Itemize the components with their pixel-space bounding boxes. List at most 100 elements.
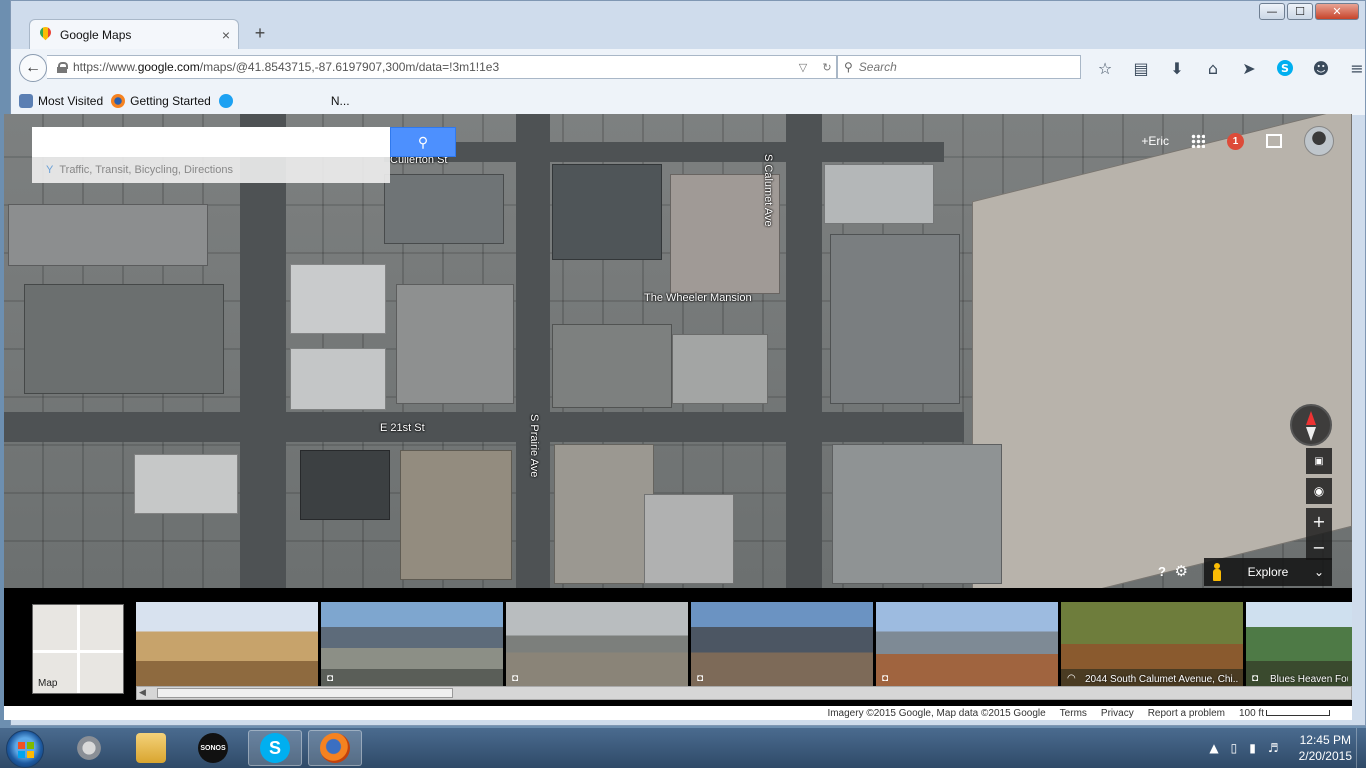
bookmark-most-visited[interactable]: Most Visited [19,94,103,108]
terms-link[interactable]: Terms [1060,708,1087,719]
maps-search-button[interactable]: ⚲ [390,127,456,157]
search-icon: ⚲ [417,133,429,150]
camera-icon: ◘ [327,673,334,684]
clock-date: 2/20/2015 [1298,749,1352,763]
photo-thumbnail[interactable] [136,602,318,686]
browser-search-input[interactable] [858,60,1059,74]
bookmark-star-icon[interactable]: ☆ [1091,57,1119,79]
building [832,444,1002,584]
scale-bar[interactable]: 100 ft [1239,708,1330,719]
device-icon[interactable]: ▯ [1231,741,1238,755]
photo-thumbnail[interactable]: ◘ [321,602,503,686]
photo-strip: Map ◘ ◘ ◘ ◘ ◠ 2044 South Calumet Avenue,… [4,588,1352,706]
url-dropdown-icon[interactable]: ▽ [794,61,812,74]
home-icon[interactable]: ⌂ [1199,57,1227,79]
search-hint-text: Traffic, Transit, Bicycling, Directions [59,164,233,176]
satellite-map[interactable]: S Calumet Ave E 21st St S Prairie Ave Cu… [4,114,1352,588]
maps-search-input[interactable] [32,127,390,157]
bookmark-twitter[interactable] [218,94,233,108]
send-icon[interactable]: ➤ [1235,57,1263,79]
browser-search-bar[interactable]: ⚲ [837,55,1081,79]
zoom-out-button[interactable]: − [1306,534,1332,560]
photo-thumbnail[interactable]: ◘ [876,602,1058,686]
photo-thumbnail[interactable]: ◘ Blues Heaven Four [1246,602,1352,686]
report-problem-link[interactable]: Report a problem [1148,708,1225,719]
help-icon[interactable]: ? [1158,564,1166,579]
street-label-21st: E 21st St [380,422,425,434]
notifications-badge[interactable]: 1 [1227,132,1244,150]
tab-google-maps[interactable]: Google Maps × [29,19,239,49]
explore-bar[interactable]: Explore ⌄ [1204,558,1332,586]
bookmark-getting-started[interactable]: Getting Started [111,94,211,108]
reading-list-icon[interactable]: ▤ [1127,57,1155,79]
building [396,284,514,404]
account-bar: +Eric 1 [1141,126,1334,156]
menu-icon[interactable]: ≡ [1343,57,1366,79]
taskbar-explorer[interactable] [124,730,178,766]
chevron-down-icon[interactable]: ⌄ [1314,565,1324,579]
rowhouses [552,164,662,260]
apps-grid-icon[interactable] [1191,134,1205,148]
place-label-wheeler-mansion[interactable]: The Wheeler Mansion [644,292,752,304]
most-visited-label: Most Visited [38,94,104,108]
show-desktop-button[interactable] [1356,728,1366,768]
road-vertical-west [240,114,286,588]
downloads-icon[interactable]: ⬇ [1163,57,1191,79]
skype-icon[interactable]: S [1277,60,1293,76]
map-thumbnail[interactable]: Map [32,604,124,694]
start-button[interactable] [6,730,44,768]
photo-caption: 2044 South Calumet Avenue, Chi... [1085,674,1239,685]
gear-icon[interactable]: ⚙ [1175,562,1188,580]
taskbar-firefox[interactable] [308,730,362,766]
taskbar-skype[interactable]: S [248,730,302,766]
chat-icon[interactable]: ☻ [1307,57,1335,79]
url-host: google.com [137,60,200,74]
tilt-icon[interactable]: ▣ [1306,448,1332,474]
show-hidden-icons-icon[interactable]: ▲ [1209,741,1218,755]
filter-icon: Y [46,164,54,176]
photo-thumbnail[interactable]: ◠ 2044 South Calumet Avenue, Chi... [1061,602,1243,686]
reload-icon[interactable]: ↻ [818,61,836,74]
taskbar-settings-app[interactable] [62,730,116,766]
pegman-icon[interactable] [1212,563,1222,581]
gears-icon [74,733,104,763]
bookmark-overflow[interactable]: N... [331,94,350,108]
scale-label: 100 ft [1238,707,1264,719]
road-vertical-calumet [786,114,822,588]
photo-thumbnail[interactable]: ◘ [506,602,688,686]
map-thumbnail-label: Map [38,678,58,689]
clock[interactable]: 12:45 PM 2/20/2015 [1291,732,1352,764]
road-horizontal-21st [4,412,964,442]
privacy-link[interactable]: Privacy [1101,708,1134,719]
url-text[interactable]: https://www.google.com/maps/@41.8543715,… [73,60,788,74]
warehouse-roof [972,114,1352,588]
building [300,450,390,520]
taskbar-sonos[interactable]: SONOS [186,730,240,766]
google-maps-favicon-icon [38,27,52,43]
scrollbar-thumb[interactable] [157,688,453,698]
maps-footer: Imagery ©2015 Google, Map data ©2015 Goo… [4,706,1352,720]
search-options-hint[interactable]: Y Traffic, Transit, Bicycling, Direction… [32,157,390,183]
zoom-in-button[interactable]: + [1306,508,1332,534]
clock-time: 12:45 PM [1299,733,1351,747]
search-icon: ⚲ [844,60,853,74]
account-name-link[interactable]: +Eric [1141,134,1169,148]
tab-close-button[interactable]: × [222,27,230,43]
building [552,324,672,408]
url-bar[interactable]: https://www.google.com/maps/@41.8543715,… [47,55,837,79]
scroll-left-arrow-icon[interactable]: ◀ [139,687,146,698]
building [290,348,386,410]
system-tray: ▲ ▯ ▮ ♬ 12:45 PM 2/20/2015 [1209,732,1352,764]
signal-icon[interactable]: ▮ [1249,741,1256,755]
avatar[interactable] [1304,126,1334,156]
new-tab-button[interactable]: + [249,23,271,45]
volume-icon[interactable]: ♬ [1268,741,1279,755]
photo-list: ◘ ◘ ◘ ◘ ◠ 2044 South Calumet Avenue, Chi… [136,602,1352,686]
my-location-icon[interactable]: ◉ [1306,478,1332,504]
photo-strip-scrollbar[interactable]: ◀ [136,686,1352,700]
toolbar-icons: ☆ ▤ ⬇ ⌂ ➤ S ☻ ≡ [1091,57,1366,79]
compass-icon[interactable] [1290,404,1332,446]
share-icon[interactable] [1266,134,1282,148]
photo-thumbnail[interactable]: ◘ [691,602,873,686]
back-button[interactable]: ← [19,54,47,82]
